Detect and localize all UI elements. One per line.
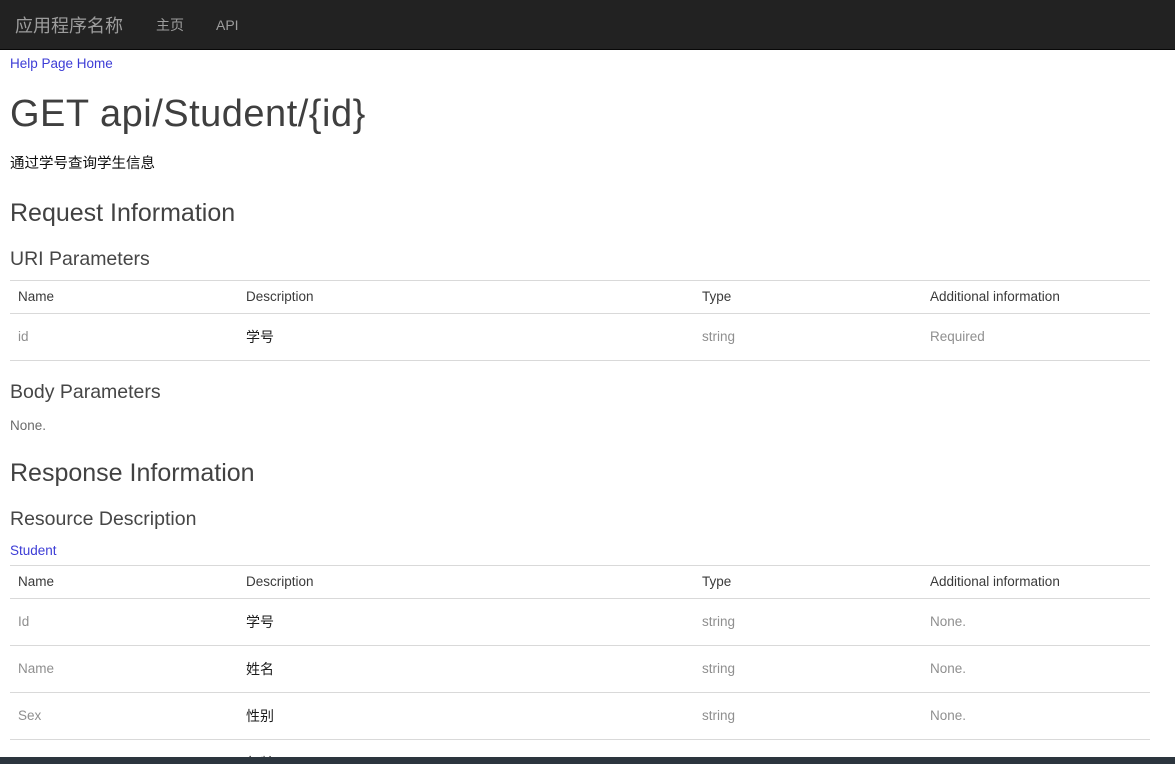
column-header-name: Name bbox=[10, 280, 238, 313]
param-type: string bbox=[694, 313, 922, 360]
param-additional: Required bbox=[922, 313, 1150, 360]
column-header-additional: Additional information bbox=[922, 280, 1150, 313]
student-resource-link[interactable]: Student bbox=[10, 543, 57, 558]
param-name: id bbox=[10, 313, 238, 360]
resource-description-table: Name Description Type Additional informa… bbox=[10, 565, 1150, 764]
field-additional: None. bbox=[922, 692, 1150, 739]
navbar-brand[interactable]: 应用程序名称 bbox=[10, 0, 138, 52]
field-additional: None. bbox=[922, 598, 1150, 645]
field-type: string bbox=[694, 692, 922, 739]
request-information-heading: Request Information bbox=[10, 199, 1150, 228]
field-name: Name bbox=[10, 645, 238, 692]
field-name: Sex bbox=[10, 692, 238, 739]
field-type: string bbox=[694, 598, 922, 645]
navbar: 应用程序名称 主页 API bbox=[0, 0, 1175, 50]
param-description: 学号 bbox=[238, 313, 694, 360]
browser-viewport: 应用程序名称 主页 API Help Page Home GET api/Stu… bbox=[0, 0, 1175, 764]
body-parameters-heading: Body Parameters bbox=[10, 381, 1150, 404]
body-parameters-value: None. bbox=[10, 418, 1150, 433]
field-name: Id bbox=[10, 598, 238, 645]
field-additional: None. bbox=[922, 645, 1150, 692]
table-row: Sex 性别 string None. bbox=[10, 692, 1150, 739]
table-row: Id 学号 string None. bbox=[10, 598, 1150, 645]
footer-bar bbox=[0, 757, 1175, 764]
uri-parameters-heading: URI Parameters bbox=[10, 248, 1150, 271]
table-header-row: Name Description Type Additional informa… bbox=[10, 280, 1150, 313]
field-description: 姓名 bbox=[238, 645, 694, 692]
uri-parameters-table: Name Description Type Additional informa… bbox=[10, 280, 1150, 361]
resource-description-heading: Resource Description bbox=[10, 508, 1150, 531]
column-header-description: Description bbox=[238, 280, 694, 313]
table-row: id 学号 string Required bbox=[10, 313, 1150, 360]
help-page-home-link[interactable]: Help Page Home bbox=[10, 56, 113, 71]
nav-item-home[interactable]: 主页 bbox=[142, 0, 198, 50]
column-header-name: Name bbox=[10, 565, 238, 598]
field-description: 性别 bbox=[238, 692, 694, 739]
column-header-additional: Additional information bbox=[922, 565, 1150, 598]
response-information-heading: Response Information bbox=[10, 459, 1150, 488]
navbar-links: 主页 API bbox=[138, 0, 253, 50]
table-row: Name 姓名 string None. bbox=[10, 645, 1150, 692]
api-description: 通过学号查询学生信息 bbox=[10, 152, 1150, 173]
column-header-description: Description bbox=[238, 565, 694, 598]
main-content: Help Page Home GET api/Student/{id} 通过学号… bbox=[0, 50, 1175, 764]
table-header-row: Name Description Type Additional informa… bbox=[10, 565, 1150, 598]
field-type: string bbox=[694, 645, 922, 692]
nav-item-api[interactable]: API bbox=[202, 2, 253, 48]
field-description: 学号 bbox=[238, 598, 694, 645]
page-title: GET api/Student/{id} bbox=[10, 95, 1150, 135]
column-header-type: Type bbox=[694, 280, 922, 313]
column-header-type: Type bbox=[694, 565, 922, 598]
